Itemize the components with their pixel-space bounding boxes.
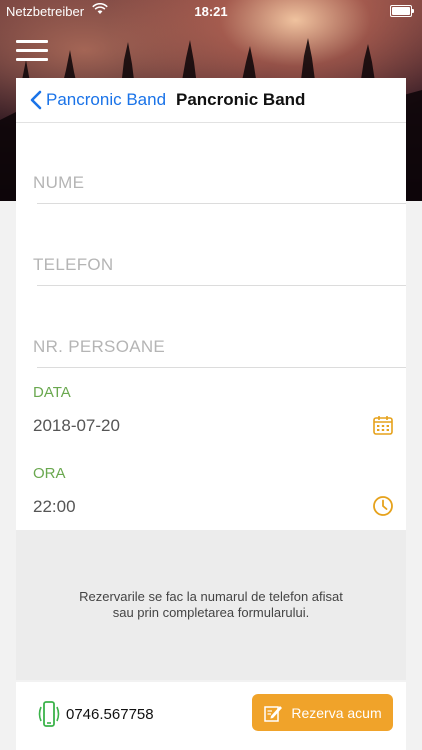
phone-icon[interactable]: [36, 699, 62, 729]
clock-icon[interactable]: [372, 495, 394, 517]
date-field[interactable]: DATA 2018-07-20: [16, 368, 406, 448]
name-field[interactable]: NUME: [16, 123, 406, 204]
footer-bar: 0746.567758 Rezerva acum: [16, 682, 406, 750]
back-button-label: Pancronic Band: [46, 90, 167, 109]
calendar-icon[interactable]: [372, 414, 394, 436]
date-value: 2018-07-20: [33, 416, 120, 435]
navigation-bar: Pancronic Band Pancronic Band: [16, 78, 406, 123]
time-value: 22:00: [33, 497, 76, 516]
edit-icon: [264, 705, 283, 722]
status-bar: Netzbetreiber 18:21: [0, 0, 422, 22]
info-line-1: Rezervarile se fac la numarul de telefon…: [79, 589, 343, 604]
info-line-2: sau prin completarea formularului.: [112, 605, 310, 620]
time-label: ORA: [33, 465, 66, 482]
persons-placeholder: NR. PERSOANE: [33, 337, 166, 356]
chevron-left-icon: [30, 90, 42, 110]
reserve-button[interactable]: Rezerva acum: [252, 694, 393, 731]
name-placeholder: NUME: [33, 173, 85, 192]
status-time: 18:21: [194, 4, 228, 19]
reservation-card: Pancronic Band Pancronic Band NUME TELEF…: [16, 78, 406, 530]
time-field[interactable]: ORA 22:00: [16, 449, 406, 529]
phone-number[interactable]: 0746.567758: [66, 706, 154, 723]
date-label: DATA: [33, 384, 71, 401]
reserve-button-label: Rezerva acum: [291, 704, 382, 721]
persons-field[interactable]: NR. PERSOANE: [16, 286, 406, 368]
phone-field[interactable]: TELEFON: [16, 204, 406, 286]
phone-placeholder: TELEFON: [33, 255, 114, 274]
page-title: Pancronic Band: [176, 90, 306, 109]
battery-icon: [390, 5, 414, 17]
menu-icon[interactable]: [16, 40, 48, 64]
info-message: Rezervarile se fac la numarul de telefon…: [16, 530, 406, 680]
back-button[interactable]: Pancronic Band: [30, 87, 166, 113]
